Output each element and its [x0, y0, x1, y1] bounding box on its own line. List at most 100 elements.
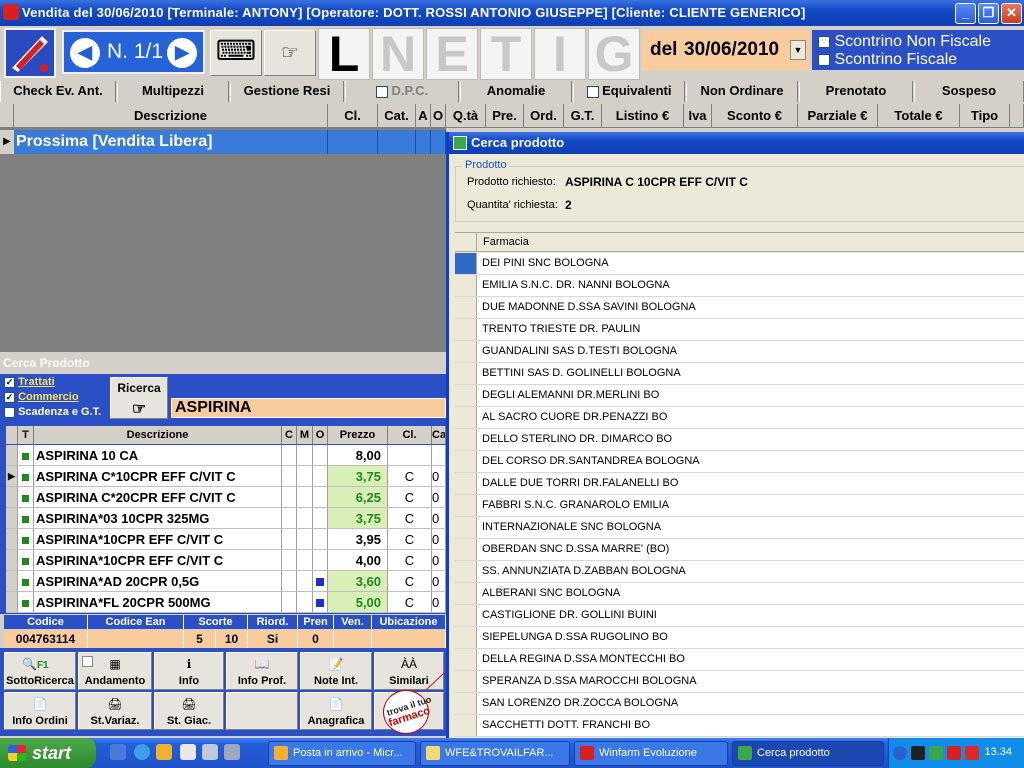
col-o[interactable]: O [431, 104, 446, 128]
commercio-checkbox[interactable]: ✓ [4, 391, 15, 403]
receipt-non-fiscale-option[interactable]: Scontrino Non Fiscale [818, 33, 991, 50]
row-selector[interactable] [455, 319, 477, 340]
row-selector[interactable] [455, 451, 477, 472]
product-cell-o[interactable] [313, 445, 328, 466]
row-selector[interactable] [455, 385, 477, 406]
tray-red-icon[interactable] [965, 746, 979, 760]
empty-button[interactable] [226, 692, 298, 730]
product-cell-o[interactable] [313, 466, 328, 487]
equivalenti-toggle[interactable]: Equivalenti [573, 81, 685, 102]
tray-arrow-icon[interactable] [893, 746, 907, 760]
row-selector[interactable] [455, 693, 477, 714]
product-cell-m[interactable] [297, 592, 313, 613]
anagrafica-button[interactable]: 📄 Anagrafica [300, 692, 372, 730]
farmacia-row[interactable]: TRENTO TRIESTE DR. PAULIN [455, 319, 1024, 341]
product-cell-m[interactable] [297, 529, 313, 550]
dialog-titlebar[interactable]: Cerca prodotto [449, 132, 1024, 154]
product-cell-desc[interactable]: ASPIRINA C*20CPR EFF C/VIT C [34, 487, 282, 508]
product-cell-o[interactable] [313, 592, 328, 613]
gestione-resi-button[interactable]: Gestione Resi [230, 81, 344, 102]
farmacia-row[interactable]: SAN LORENZO DR.ZOCCA BOLOGNA [455, 693, 1024, 715]
ph-cl[interactable]: Cl. [388, 426, 432, 444]
product-cell-ca[interactable]: 0 [432, 550, 446, 571]
nav-next-button[interactable]: ▶ [167, 38, 197, 68]
scroll-up-icon[interactable] [1010, 104, 1024, 128]
product-cell-t[interactable] [18, 445, 34, 466]
product-row[interactable]: ASPIRINA*10CPR EFF C/VIT C 3,95 C 0 [6, 529, 446, 551]
farmacia-row[interactable]: DALLE DUE TORRI DR.FALANELLI BO [455, 473, 1024, 495]
sale-row-cl[interactable] [328, 130, 378, 154]
ph-t[interactable]: T [18, 426, 34, 444]
multipezzi-button[interactable]: Multipezzi [117, 81, 229, 102]
receipt-non-fiscale-checkbox[interactable] [818, 35, 830, 48]
row-pointer-icon[interactable] [6, 445, 18, 466]
row-selector[interactable] [455, 407, 477, 428]
row-selector[interactable] [455, 715, 477, 736]
row-selector[interactable] [455, 649, 477, 670]
farmacia-row[interactable]: SIEPELUNGA D.SSA RUGOLINO BO [455, 627, 1024, 649]
product-cell-ca[interactable] [432, 445, 446, 466]
product-cell-cl[interactable]: C [388, 466, 432, 487]
product-row[interactable]: ASPIRINA*03 10CPR 325MG 3,75 C 0 [6, 508, 446, 530]
product-cell-prezzo[interactable]: 5,00 [328, 592, 388, 613]
letter-l[interactable]: L [318, 28, 370, 80]
col-iva[interactable]: Iva [684, 104, 712, 128]
product-cell-prezzo[interactable]: 3,75 [328, 508, 388, 529]
ph-o[interactable]: O [313, 426, 328, 444]
farmacia-row[interactable]: DUE MADONNE D.SSA SAVINI BOLOGNA [455, 297, 1024, 319]
row-selector[interactable] [455, 605, 477, 626]
andamento-checkbox[interactable] [82, 656, 93, 667]
col-gt[interactable]: G.T. [564, 104, 602, 128]
product-cell-cl[interactable]: C [388, 571, 432, 592]
product-cell-ca[interactable]: 0 [432, 466, 446, 487]
sale-row-current[interactable]: ▶ Prossima [Vendita Libera] [0, 130, 446, 154]
col-totale[interactable]: Totale € [878, 104, 960, 128]
col-parziale[interactable]: Parziale € [798, 104, 878, 128]
product-cell-ca[interactable]: 0 [432, 487, 446, 508]
product-row[interactable]: ASPIRINA*AD 20CPR 0,5G 3,60 C 0 [6, 571, 446, 593]
product-cell-c[interactable] [282, 529, 297, 550]
farmacia-row[interactable]: CASTIGLIONE DR. GOLLINI BUINI [455, 605, 1024, 627]
product-cell-t[interactable] [18, 508, 34, 529]
product-cell-c[interactable] [282, 550, 297, 571]
row-selector[interactable] [455, 561, 477, 582]
task-wfe[interactable]: WFE&TROVAILFAR... [420, 741, 570, 766]
product-cell-t[interactable] [18, 466, 34, 487]
product-cell-prezzo[interactable]: 8,00 [328, 445, 388, 466]
product-cell-t[interactable] [18, 529, 34, 550]
restore-button[interactable]: ❐ [978, 3, 999, 24]
row-pointer-icon[interactable] [6, 529, 18, 550]
sospeso-button[interactable]: Sospeso [914, 81, 1024, 102]
product-cell-prezzo[interactable]: 3,60 [328, 571, 388, 592]
product-row[interactable]: ASPIRINA 10 CA 8,00 [6, 445, 446, 467]
sale-row-cat[interactable] [378, 130, 416, 154]
product-cell-t[interactable] [18, 550, 34, 571]
farmacia-row[interactable]: DELLA REGINA D.SSA MONTECCHI BO [455, 649, 1024, 671]
st-variaz-button[interactable]: 🖨 St.Variaz. [78, 692, 152, 730]
row-selector[interactable] [455, 297, 477, 318]
sale-grid-body[interactable] [0, 128, 446, 352]
ricerca-button[interactable]: Ricerca ☞ [110, 377, 168, 419]
equivalenti-checkbox[interactable] [586, 85, 599, 98]
product-cell-cl[interactable]: C [388, 487, 432, 508]
col-sconto[interactable]: Sconto € [712, 104, 798, 128]
row-selector[interactable] [455, 517, 477, 538]
row-pointer-icon[interactable] [6, 592, 18, 613]
tray-app-icon[interactable] [911, 746, 925, 760]
farmacia-row[interactable]: SACCHETTI DOTT. FRANCHI BO [455, 715, 1024, 737]
anomalie-button[interactable]: Anomalie [460, 81, 572, 102]
keyboard-button[interactable]: ⌨ [210, 30, 262, 76]
col-pre[interactable]: Pre. [486, 104, 524, 128]
col-a[interactable]: A [416, 104, 431, 128]
product-cell-o[interactable] [313, 550, 328, 571]
trova-farmaco-logo[interactable]: trova il tuo farmaco [383, 690, 432, 734]
product-cell-c[interactable] [282, 466, 297, 487]
nav-prev-button[interactable]: ◀ [70, 38, 100, 68]
row-selector[interactable] [455, 341, 477, 362]
product-cell-desc[interactable]: ASPIRINA 10 CA [34, 445, 282, 466]
product-cell-cl[interactable] [388, 445, 432, 466]
product-cell-desc[interactable]: ASPIRINA*03 10CPR 325MG [34, 508, 282, 529]
farmacia-row[interactable]: DEGLI ALEMANNI DR.MERLINI BO [455, 385, 1024, 407]
ph-m[interactable]: M [297, 426, 313, 444]
sale-row-descrizione[interactable]: Prossima [Vendita Libera] [14, 130, 328, 154]
